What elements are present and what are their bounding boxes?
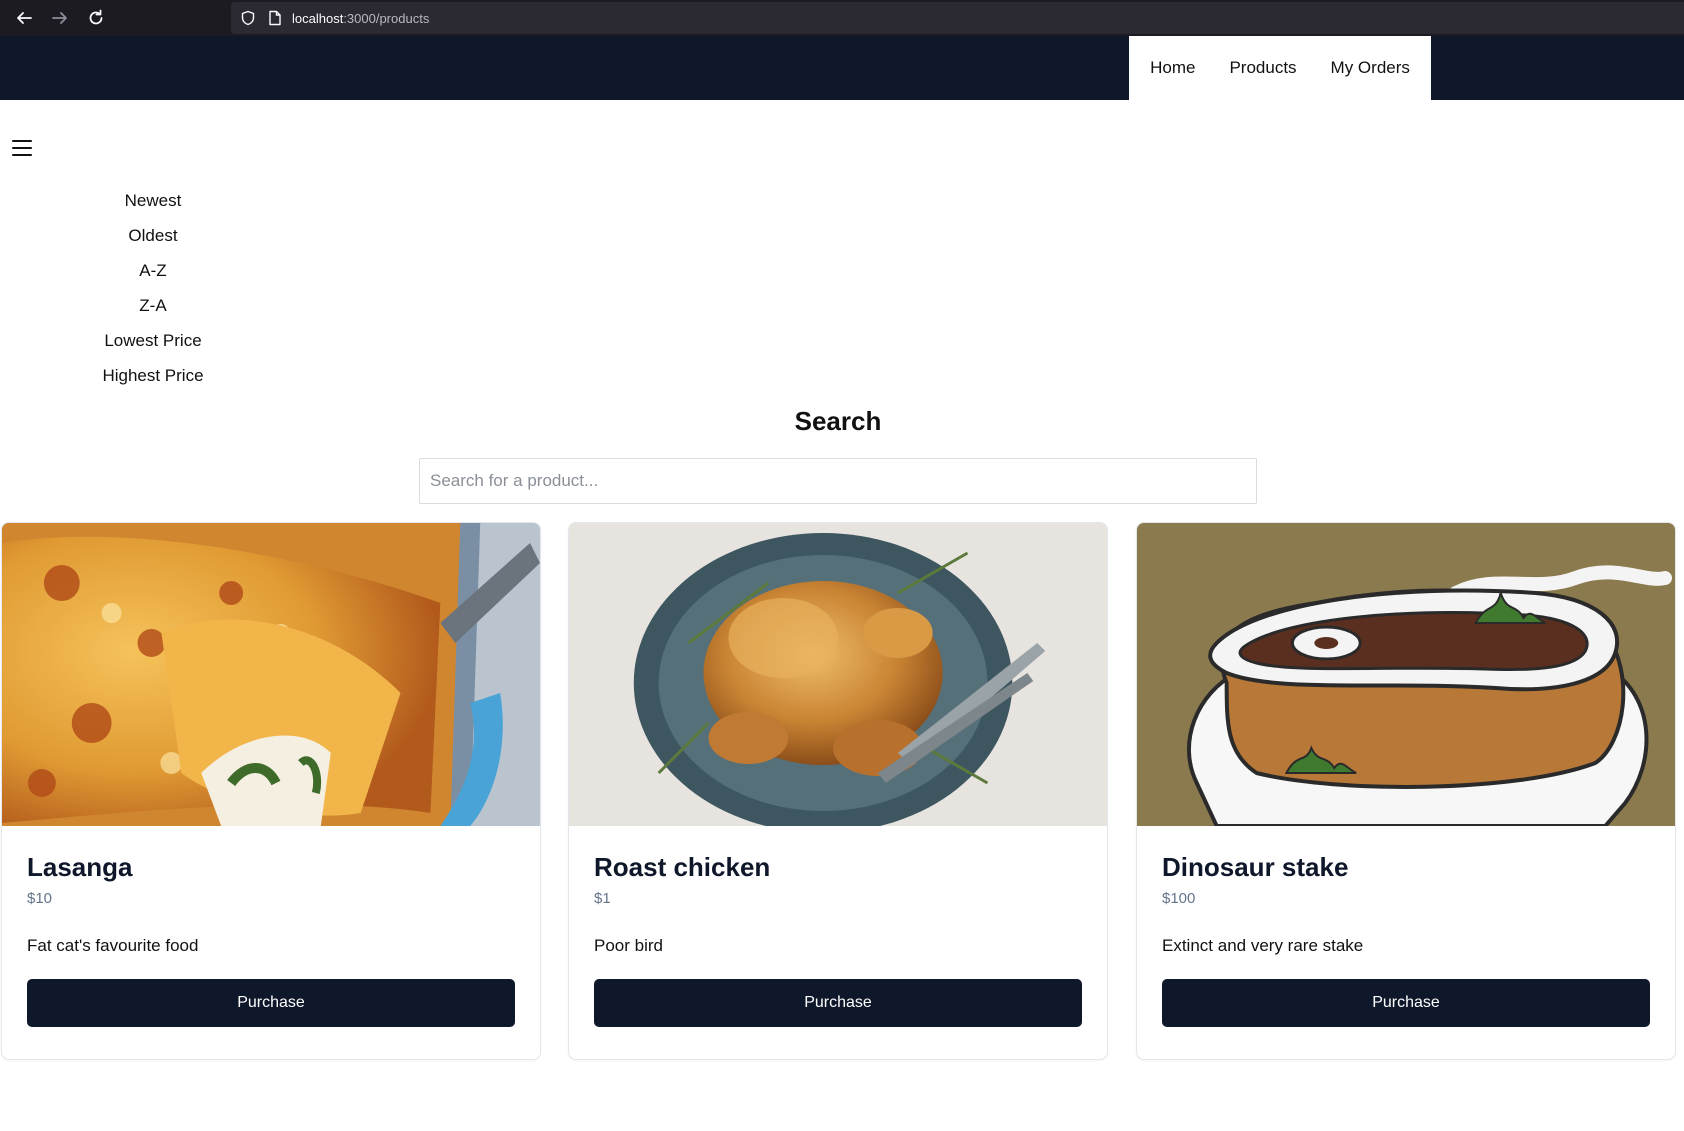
- product-description: Extinct and very rare stake: [1162, 936, 1364, 955]
- site-header: Home Products My Orders: [0, 36, 1684, 100]
- menu-bar: [12, 147, 32, 149]
- sort-option-a-z[interactable]: A-Z: [0, 256, 306, 291]
- roast-chicken-photo: [569, 523, 1107, 826]
- page-icon[interactable]: [268, 10, 282, 26]
- menu-bar: [12, 140, 32, 142]
- dinosaur-steak-cartoon: [1137, 523, 1675, 826]
- hamburger-menu-icon[interactable]: [12, 138, 32, 158]
- sort-option-lowest-price[interactable]: Lowest Price: [0, 326, 306, 361]
- sort-option-z-a[interactable]: Z-A: [0, 291, 306, 326]
- product-description: Poor bird: [594, 936, 663, 955]
- browser-toolbar: localhost:3000/products: [0, 0, 1684, 36]
- arrow-right-icon: [52, 12, 67, 24]
- url-path: :3000/products: [343, 10, 430, 26]
- sort-option-oldest[interactable]: Oldest: [0, 221, 306, 256]
- sort-options: Newest Oldest A-Z Z-A Lowest Price Highe…: [0, 186, 306, 396]
- purchase-button[interactable]: Purchase: [594, 979, 1082, 1027]
- url-text[interactable]: localhost:3000/products: [292, 11, 429, 26]
- search-input[interactable]: [419, 458, 1257, 504]
- nav-link-products[interactable]: Products: [1212, 58, 1313, 78]
- arrow-left-icon: [17, 12, 32, 24]
- url-host: localhost: [292, 10, 344, 26]
- back-button[interactable]: [6, 0, 42, 36]
- product-price: $100: [1162, 890, 1196, 907]
- product-card: Dinosaur stake $100 Extinct and very rar…: [1136, 522, 1676, 1060]
- product-card: Roast chicken $1 Poor bird Purchase: [568, 522, 1108, 1060]
- product-name: Dinosaur stake: [1162, 852, 1349, 882]
- reload-icon: [89, 9, 103, 25]
- top-nav: Home Products My Orders: [1129, 36, 1431, 100]
- search-title: Search: [794, 406, 882, 436]
- menu-bar: [12, 154, 32, 156]
- sort-option-newest[interactable]: Newest: [0, 186, 306, 221]
- purchase-button[interactable]: Purchase: [1162, 979, 1650, 1027]
- product-price: $10: [27, 890, 53, 907]
- product-card: Lasanga $10 Fat cat's favourite food Pur…: [1, 522, 541, 1060]
- sort-option-highest-price[interactable]: Highest Price: [0, 361, 306, 396]
- product-name: Roast chicken: [594, 852, 771, 882]
- forward-button[interactable]: [42, 0, 78, 36]
- lasagna-photo: [2, 523, 540, 826]
- product-name: Lasanga: [27, 852, 133, 882]
- product-price: $1: [594, 890, 611, 907]
- nav-link-home[interactable]: Home: [1133, 58, 1212, 78]
- product-description: Fat cat's favourite food: [27, 936, 199, 955]
- reload-button[interactable]: [78, 0, 114, 36]
- address-bar[interactable]: localhost:3000/products: [231, 2, 1684, 34]
- purchase-button[interactable]: Purchase: [27, 979, 515, 1027]
- shield-icon[interactable]: [240, 10, 256, 26]
- nav-link-my-orders[interactable]: My Orders: [1314, 58, 1427, 78]
